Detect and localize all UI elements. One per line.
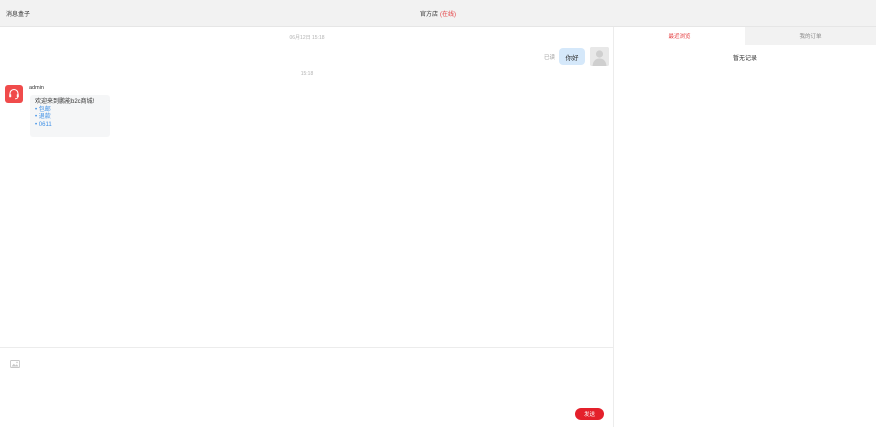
outgoing-message-bubble: 你好 [559, 48, 585, 65]
message-timestamp: 15:18 [300, 71, 314, 77]
quick-link-refund[interactable]: • 退款 [35, 114, 105, 122]
shop-status: (在线) [440, 12, 456, 18]
incoming-message-bubble: 欢迎来到鹏能b2c商城! • 包邮 • 退款 • 0611 [30, 95, 110, 137]
side-tabs: 最近浏览 我的订单 [614, 27, 876, 45]
welcome-text: 欢迎来到鹏能b2c商城! [35, 99, 95, 105]
user-avatar-icon [590, 47, 609, 66]
send-button[interactable]: 发送 [575, 408, 604, 420]
top-bar: 消息盒子 官方店 (在线) [0, 0, 876, 27]
side-panel: 最近浏览 我的订单 暂无记录 [614, 27, 876, 427]
message-timestamp: 06月12日 15:18 [289, 35, 325, 41]
tab-recent-views[interactable]: 最近浏览 [614, 27, 745, 45]
shop-name: 官方店 [419, 12, 438, 18]
tab-my-orders[interactable]: 我的订单 [745, 27, 876, 45]
chat-messages[interactable]: 06月12日 15:18 已读 你好 15:18 admin 欢迎来到鹏能b2c… [0, 27, 614, 347]
outgoing-message-text: 你好 [565, 54, 579, 62]
user-avatar [590, 47, 609, 66]
sender-name: admin [29, 85, 44, 91]
headset-icon [9, 88, 19, 100]
empty-state-text: 暂无记录 [732, 56, 757, 62]
read-status: 已读 [544, 55, 556, 61]
image-icon[interactable] [10, 355, 20, 368]
quick-link-free-shipping[interactable]: • 包邮 [35, 107, 105, 115]
admin-avatar [5, 85, 23, 103]
shop-title: 官方店 (在线) [0, 9, 876, 18]
quick-link-0611[interactable]: • 0611 [35, 122, 105, 130]
message-input-area[interactable]: 发送 [0, 347, 613, 427]
